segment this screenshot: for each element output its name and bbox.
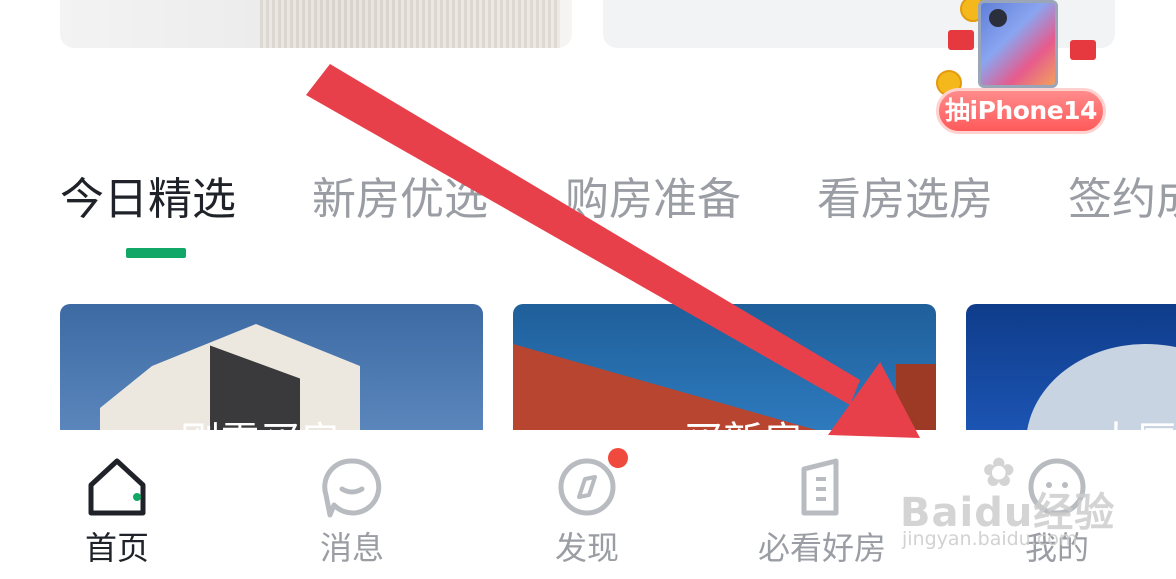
building-icon	[801, 458, 839, 516]
nav-label: 我的	[1024, 529, 1089, 567]
red-envelope-icon	[1070, 40, 1096, 60]
active-tab-indicator	[126, 248, 186, 258]
rug-image	[260, 0, 560, 48]
nav-label: 必看好房	[757, 529, 886, 567]
discover-icon	[558, 458, 616, 516]
nav-item-profile[interactable]: 我的	[967, 430, 1147, 579]
article-card[interactable]: 买新房	[513, 304, 936, 434]
notification-dot	[608, 448, 628, 468]
nav-label: 发现	[554, 529, 619, 567]
profile-icon	[1028, 458, 1086, 516]
red-envelope-icon	[948, 30, 974, 50]
nav-label: 首页	[84, 529, 149, 567]
nav-label: 消息	[319, 529, 384, 567]
home-icon	[88, 458, 146, 516]
tab-viewing[interactable]: 看房选房	[817, 170, 993, 230]
bottom-navigation-bar: 首页 消息 发现 必看好房 我的	[0, 430, 1176, 579]
nav-item-messages[interactable]: 消息	[262, 430, 442, 579]
tab-signing[interactable]: 签约成	[1068, 170, 1176, 230]
promo-card-left[interactable]	[60, 0, 572, 48]
promo-badge-text: 抽iPhone14	[936, 88, 1106, 134]
nav-item-must-see-homes[interactable]: 必看好房	[732, 430, 912, 579]
tab-new-homes[interactable]: 新房优选	[312, 170, 488, 230]
nav-item-discover[interactable]: 发现	[497, 430, 677, 579]
article-card[interactable]: 刚需买房	[60, 304, 483, 434]
brick-pillar	[896, 364, 936, 434]
iphone-image	[978, 0, 1058, 88]
article-card[interactable]: 大厦	[966, 304, 1176, 434]
nav-item-home[interactable]: 首页	[27, 430, 207, 579]
tab-purchase-prep[interactable]: 购房准备	[565, 170, 741, 230]
message-icon	[322, 458, 382, 518]
iphone-promo-badge[interactable]: 抽iPhone14	[930, 0, 1115, 140]
tab-today-picks[interactable]: 今日精选	[60, 170, 236, 230]
